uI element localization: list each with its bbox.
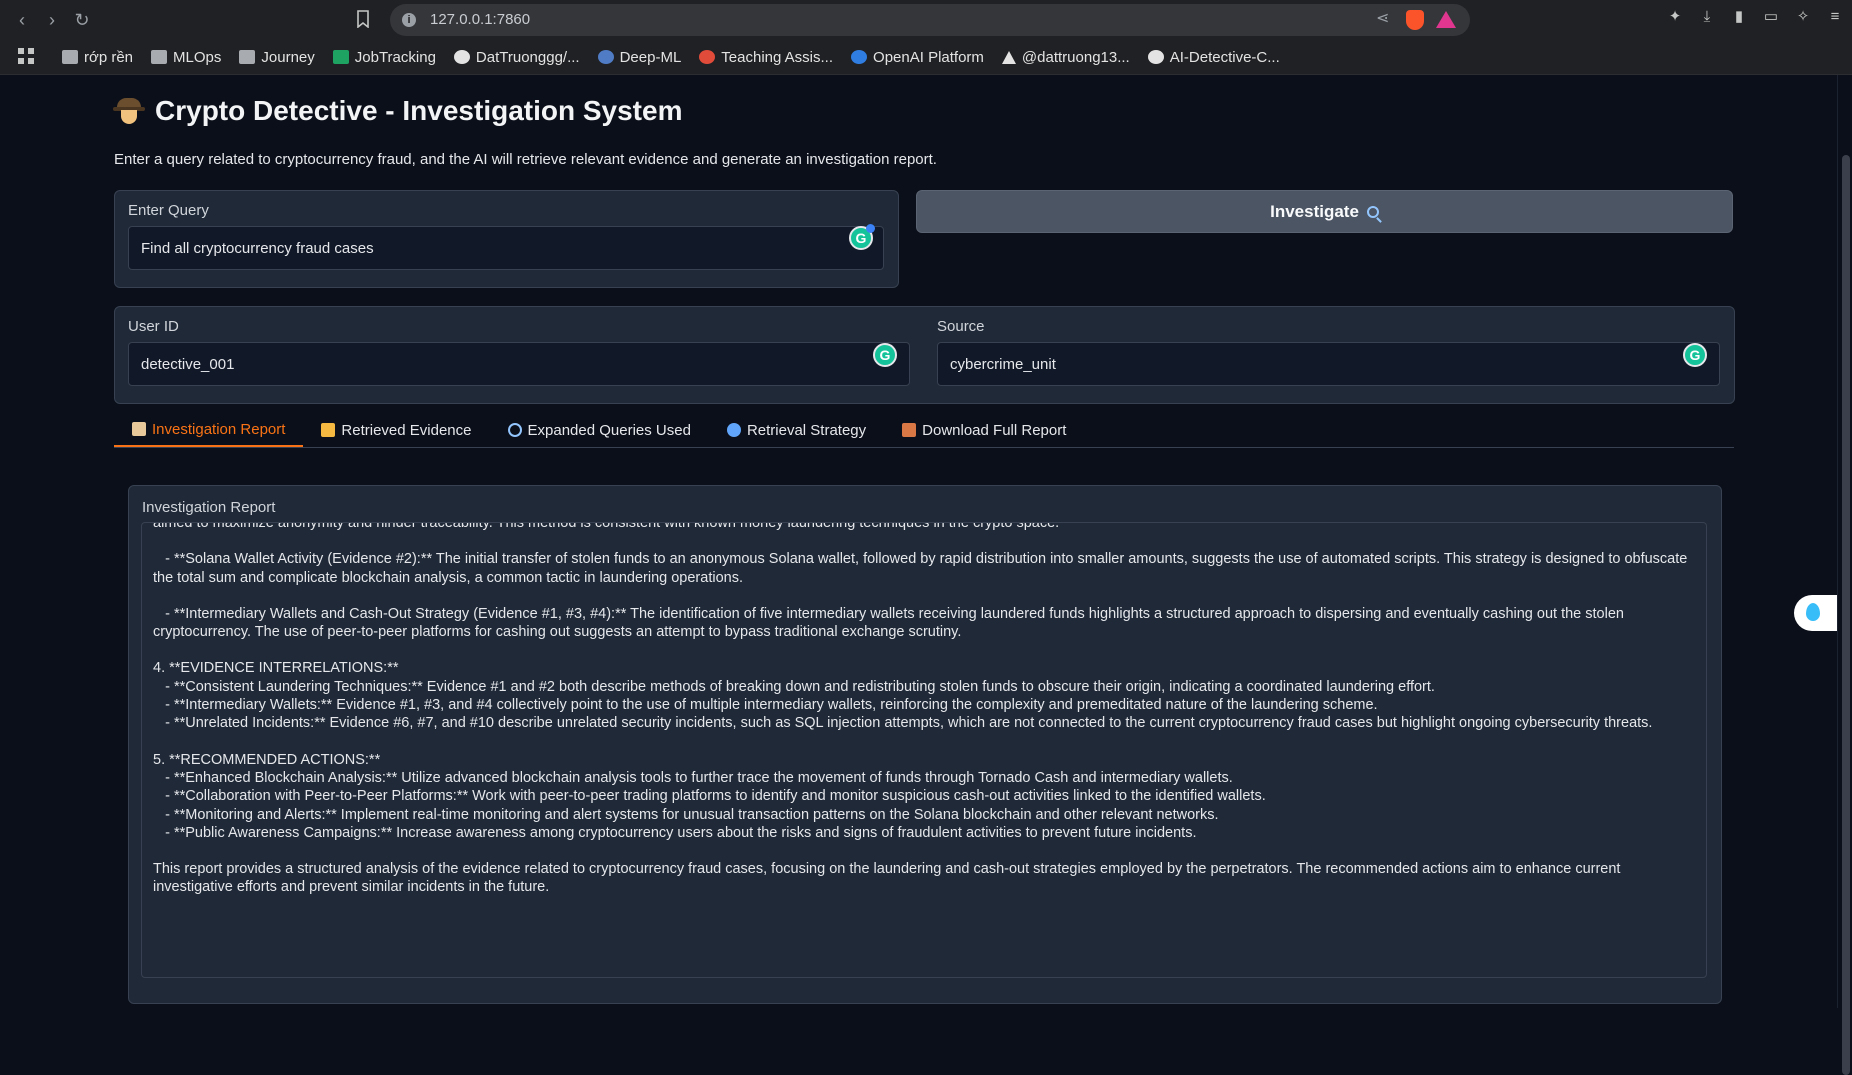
leo-icon[interactable]: ✧	[1794, 8, 1812, 26]
query-label: Enter Query	[128, 202, 209, 219]
report-line: - **Public Awareness Campaigns:** Increa…	[153, 824, 1197, 841]
bookmark-item[interactable]: MLOps	[151, 49, 221, 66]
report-line: - **Consistent Laundering Techniques:** …	[153, 678, 1435, 695]
x-icon	[1001, 50, 1016, 64]
github-icon	[1147, 50, 1164, 64]
sheets-icon	[332, 50, 349, 64]
bookmark-item[interactable]: @dattruong13...	[1001, 49, 1130, 66]
open-folder-icon	[321, 423, 336, 437]
sidebar-icon[interactable]: ▮	[1730, 8, 1748, 26]
report-blank-line	[153, 587, 1693, 605]
report-label: Investigation Report	[142, 499, 276, 516]
droplet-icon	[1806, 603, 1820, 621]
scroll-icon	[132, 422, 146, 436]
page-title-text: Crypto Detective - Investigation System	[155, 95, 683, 126]
folder-icon	[239, 50, 256, 64]
brave-rewards-icon[interactable]	[1436, 11, 1456, 28]
bookmark-item[interactable]: Teaching Assis...	[699, 49, 833, 66]
result-tabs: Investigation Report Retrieved Evidence …	[114, 413, 1734, 448]
page-title: Crypto Detective - Investigation System	[113, 95, 682, 127]
source-value[interactable]: cybercrime_unit	[950, 356, 1056, 373]
bookmark-item[interactable]: JobTracking	[332, 49, 436, 66]
report-line: - **Solana Wallet Activity (Evidence #2)…	[153, 551, 1692, 586]
report-line: - **Collaboration with Peer-to-Peer Plat…	[153, 788, 1266, 805]
source-label: Source	[937, 318, 985, 335]
report-line: - **Unrelated Incidents:** Evidence #6, …	[153, 715, 1653, 732]
source-input[interactable]: cybercrime_unit G	[937, 342, 1720, 386]
red-circle-icon	[699, 50, 716, 64]
browser-toolbar: ‹ › ↻ i 127.0.0.1:7860 ⋖ ✦ ⤓ ▮ ▭ ✧ ≡	[0, 0, 1852, 40]
apps-grid-icon[interactable]	[18, 48, 34, 64]
report-content: aimed to maximize anonymity and hinder t…	[153, 522, 1693, 897]
user-id-label: User ID	[128, 318, 179, 335]
page-subtitle: Enter a query related to cryptocurrency …	[114, 151, 937, 168]
app-root: Crypto Detective - Investigation System …	[0, 75, 1838, 1008]
query-panel: Enter Query Find all cryptocurrency frau…	[114, 190, 899, 288]
bookmark-item[interactable]: rớp rền	[62, 49, 133, 66]
bookmark-icon[interactable]	[356, 10, 370, 28]
bookmark-item[interactable]: DatTruonggg/...	[453, 49, 580, 66]
forward-icon[interactable]: ›	[40, 8, 64, 32]
investigate-button[interactable]: Investigate	[916, 190, 1733, 233]
reload-icon[interactable]: ↻	[70, 8, 94, 32]
grammarly-icon[interactable]: G	[849, 224, 875, 250]
user-id-input[interactable]: detective_001 G	[128, 342, 910, 386]
bookmark-item[interactable]: Journey	[239, 49, 315, 66]
report-textarea[interactable]: aimed to maximize anonymity and hinder t…	[141, 522, 1707, 978]
bookmark-item[interactable]: Deep-ML	[597, 49, 681, 66]
extensions-icon[interactable]: ✦	[1666, 8, 1684, 26]
report-blank-line	[153, 641, 1693, 659]
query-input-value[interactable]: Find all cryptocurrency fraud cases	[141, 240, 374, 257]
deepml-icon	[597, 50, 614, 64]
github-icon	[453, 50, 470, 64]
openai-icon	[851, 50, 868, 64]
report-blank-line	[153, 842, 1693, 860]
bookmarks-bar: rớp rền MLOps Journey JobTracking DatTru…	[0, 40, 1852, 75]
report-line: - **Intermediary Wallets and Cash-Out St…	[153, 605, 1628, 641]
report-line: aimed to maximize anonymity and hinder t…	[153, 522, 1060, 531]
bookmark-item[interactable]: AI-Detective-C...	[1147, 49, 1280, 66]
tab-expanded-queries[interactable]: Expanded Queries Used	[490, 413, 709, 447]
report-panel: Investigation Report aimed to maximize a…	[128, 485, 1722, 1004]
tab-retrieval-strategy[interactable]: Retrieval Strategy	[709, 413, 884, 447]
user-source-panel: User ID detective_001 G Source cybercrim…	[114, 306, 1735, 404]
bookmark-item[interactable]: OpenAI Platform	[851, 49, 984, 66]
folder-icon	[62, 50, 78, 64]
grammarly-icon[interactable]: G	[873, 343, 897, 367]
tab-investigation-report[interactable]: Investigation Report	[114, 413, 304, 447]
report-blank-line	[153, 532, 1693, 550]
brave-shield-icon[interactable]	[1406, 10, 1424, 30]
report-line: - **Enhanced Blockchain Analysis:** Util…	[153, 769, 1233, 786]
site-info-icon[interactable]: i	[402, 13, 416, 27]
report-line: 5. **RECOMMENDED ACTIONS:**	[153, 751, 381, 768]
share-icon[interactable]: ⋖	[1376, 10, 1394, 28]
back-icon[interactable]: ‹	[10, 8, 34, 32]
page-scrollbar[interactable]	[1837, 75, 1852, 1075]
floating-widget[interactable]	[1794, 595, 1838, 631]
report-line: 4. **EVIDENCE INTERRELATIONS:**	[153, 660, 399, 677]
investigate-button-label: Investigate	[1270, 201, 1359, 221]
url-text[interactable]: 127.0.0.1:7860	[430, 11, 530, 28]
report-line: This report provides a structured analys…	[153, 861, 1625, 896]
grammarly-icon[interactable]: G	[1683, 343, 1707, 367]
scrollbar-thumb[interactable]	[1842, 155, 1850, 1075]
search-icon	[1366, 205, 1379, 218]
tab-retrieved-evidence[interactable]: Retrieved Evidence	[303, 413, 489, 447]
query-input[interactable]: Find all cryptocurrency fraud cases G	[128, 224, 884, 270]
download-icon[interactable]: ⤓	[1698, 8, 1716, 26]
report-line: - **Intermediary Wallets:** Evidence #1,…	[153, 697, 1378, 714]
report-blank-line	[153, 733, 1693, 751]
wallet-icon[interactable]: ▭	[1762, 8, 1780, 26]
detective-icon	[113, 95, 145, 127]
folder-icon	[151, 50, 168, 64]
tab-download-report[interactable]: Download Full Report	[884, 413, 1084, 447]
address-bar[interactable]: i 127.0.0.1:7860 ⋖	[357, 4, 1470, 36]
user-id-value[interactable]: detective_001	[141, 356, 234, 373]
search-icon	[507, 423, 522, 437]
report-line: - **Monitoring and Alerts:** Implement r…	[153, 806, 1219, 823]
inbox-icon	[902, 423, 917, 437]
menu-icon[interactable]: ≡	[1826, 8, 1844, 26]
gear-icon	[726, 423, 741, 437]
